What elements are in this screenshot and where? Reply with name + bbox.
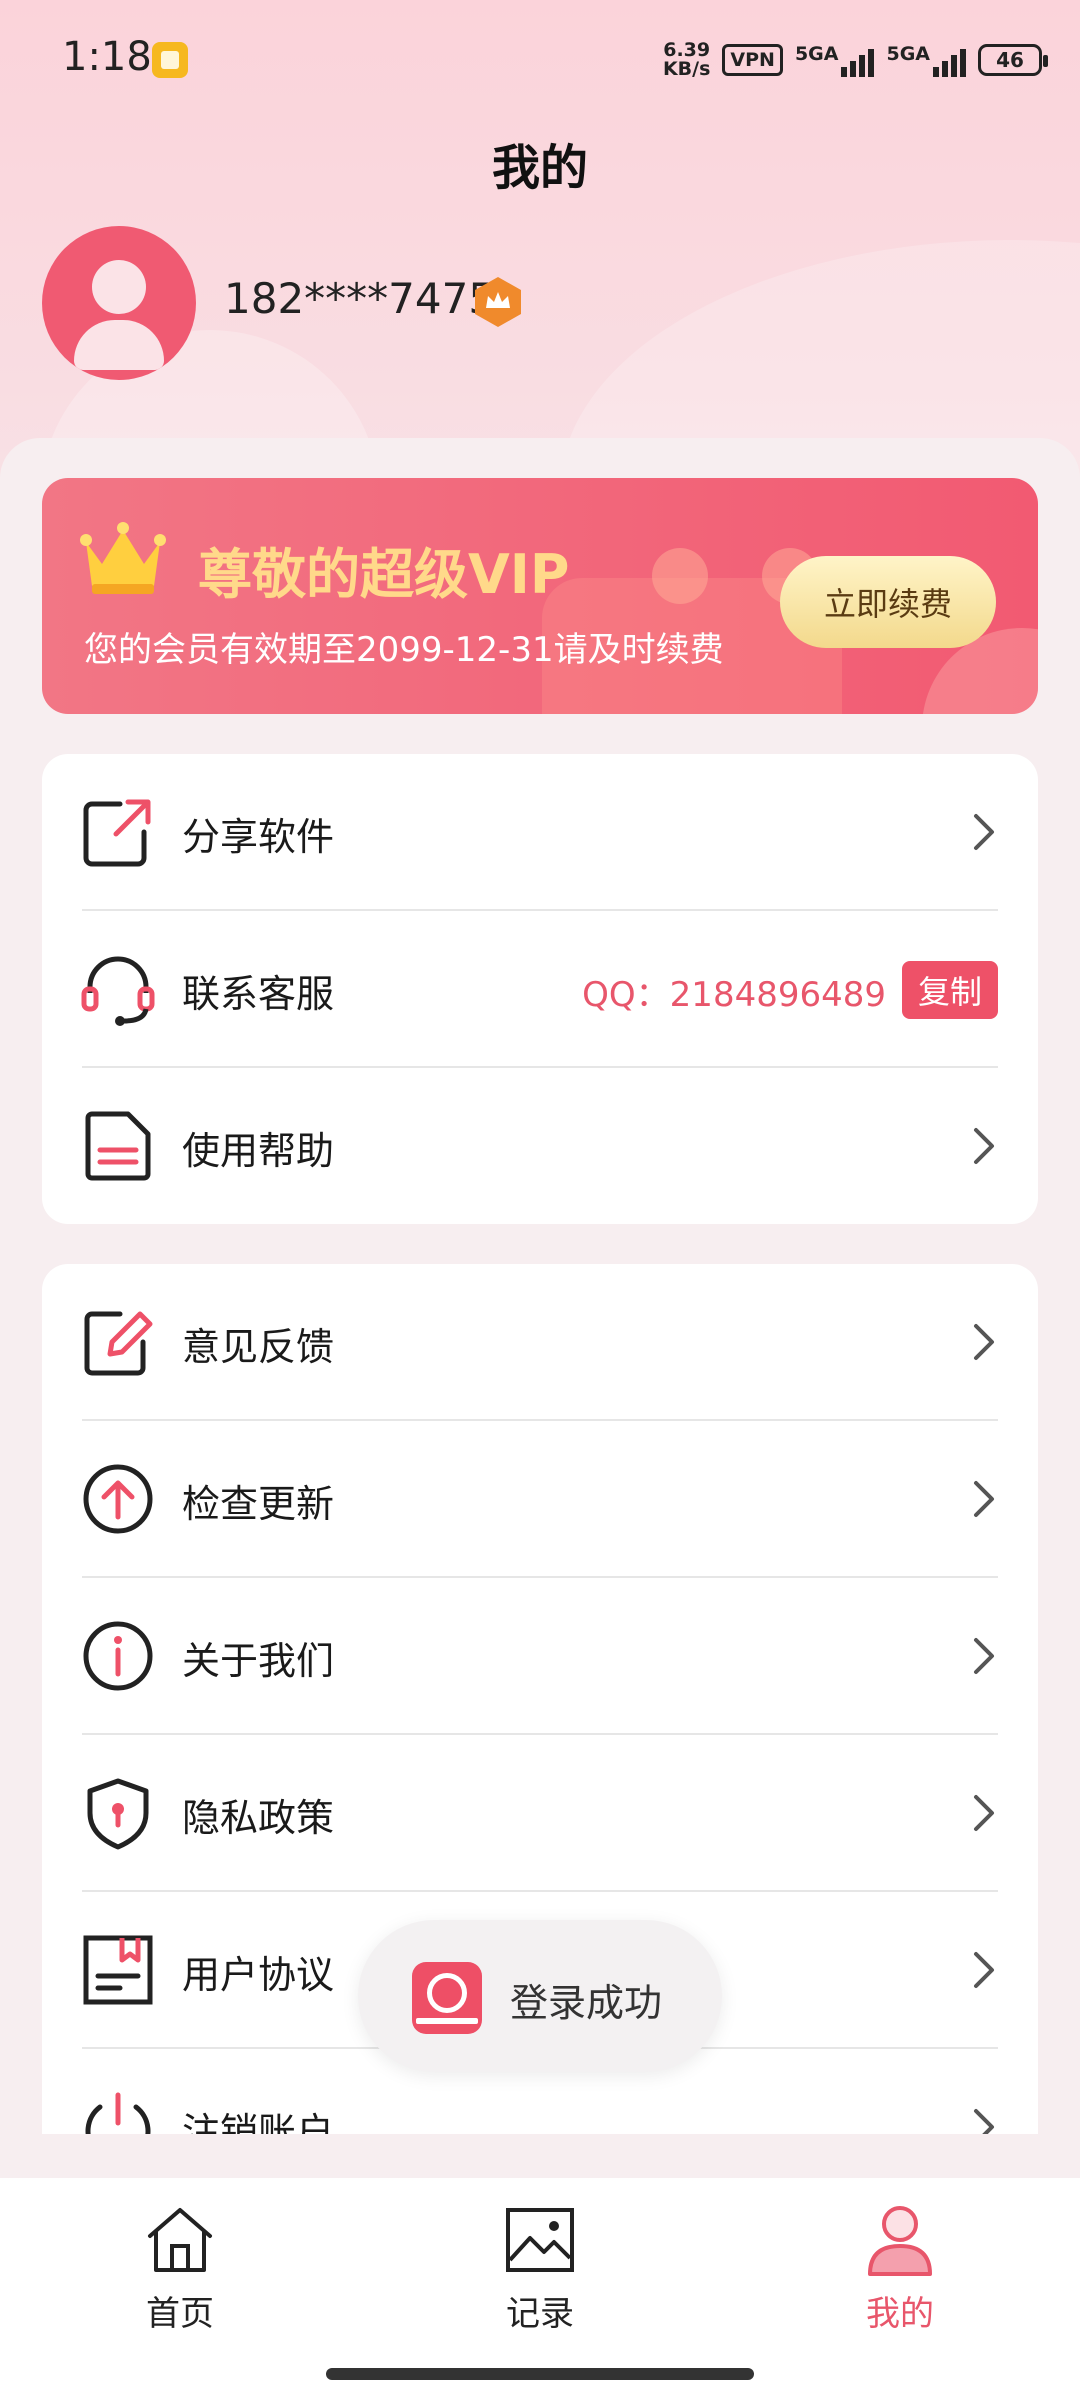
scroll-edge [0, 2134, 1080, 2178]
status-indicators: 6.39 KB/s VPN 5GA 5GA 46 [663, 38, 1048, 82]
chevron-right-icon [974, 1638, 994, 1674]
tab-records[interactable]: 记录 [440, 2202, 640, 2352]
menu-item-about[interactable]: 关于我们 [42, 1578, 1038, 1735]
chevron-right-icon [974, 1795, 994, 1831]
image-icon [506, 2208, 574, 2272]
menu-item-label: 检查更新 [182, 1482, 335, 1526]
chevron-right-icon [974, 1324, 994, 1360]
bookmark-document-icon [83, 1935, 153, 2005]
chevron-right-icon [974, 1128, 994, 1164]
tab-home[interactable]: 首页 [80, 2202, 280, 2352]
vip-banner: 尊敬的超级VIP 您的会员有效期至2099-12-31请及时续费 立即续费 [42, 478, 1038, 714]
shield-icon [87, 1778, 149, 1850]
info-icon [83, 1621, 153, 1691]
menu-item-label: 分享软件 [182, 815, 335, 859]
menu-item-label: 用户协议 [182, 1953, 335, 1997]
menu-item-contact-support[interactable]: 联系客服 QQ：2184896489 复制 [42, 911, 1038, 1068]
menu-item-help[interactable]: 使用帮助 [42, 1068, 1038, 1224]
chevron-right-icon [974, 1481, 994, 1517]
menu-item-feedback[interactable]: 意见反馈 [42, 1264, 1038, 1421]
menu-group-primary: 分享软件 联系客服 QQ：2184896489 复制 使用帮助 [42, 754, 1038, 1224]
vip-expiry-text: 您的会员有效期至2099-12-31请及时续费 [84, 630, 724, 670]
qq-number: QQ：2184896489 [582, 975, 886, 1015]
menu-item-label: 注销账户 [182, 2110, 335, 2134]
vpn-icon: VPN [722, 44, 783, 76]
renew-button[interactable]: 立即续费 [780, 556, 996, 648]
chevron-right-icon [974, 2109, 994, 2134]
tab-label: 首页 [146, 2294, 214, 2334]
vip-badge-icon [475, 277, 521, 327]
vip-title: 尊敬的超级VIP [198, 543, 570, 606]
toast-text: 登录成功 [510, 1981, 663, 2025]
crown-icon [80, 522, 166, 594]
bottom-tab-bar: 首页 记录 我的 [0, 2178, 1080, 2400]
signal-label: 5GA [886, 43, 930, 65]
tab-mine[interactable]: 我的 [800, 2202, 1000, 2352]
status-bar: 1:18 6.39 KB/s VPN 5GA 5GA 46 [0, 0, 1080, 120]
page-title: 我的 [491, 140, 588, 196]
headset-icon [81, 956, 155, 1026]
battery-icon: 46 [978, 44, 1048, 76]
app-logo-icon [412, 1962, 482, 2034]
avatar[interactable] [42, 226, 196, 380]
network-speed: 6.39 KB/s [663, 41, 710, 79]
status-time: 1:18 [62, 34, 152, 80]
upload-arrow-icon [83, 1464, 153, 1534]
chevron-right-icon [974, 814, 994, 850]
document-icon [85, 1111, 151, 1181]
network-speed-unit: KB/s [662, 58, 711, 80]
menu-item-label: 关于我们 [182, 1639, 335, 1683]
tab-label: 记录 [506, 2294, 574, 2334]
signal-label: 5GA [794, 43, 839, 65]
power-icon [85, 2092, 151, 2134]
edit-icon [84, 1311, 153, 1376]
tab-label: 我的 [866, 2294, 934, 2334]
chevron-right-icon [974, 1952, 994, 1988]
menu-item-check-update[interactable]: 检查更新 [42, 1421, 1038, 1578]
user-phone: 182****7475 [224, 274, 496, 323]
signal-icon: 5GA [795, 43, 875, 77]
share-icon [83, 799, 151, 867]
menu-item-privacy[interactable]: 隐私政策 [42, 1735, 1038, 1892]
notification-icon [152, 42, 188, 78]
user-icon [868, 2206, 932, 2276]
menu-item-label: 意见反馈 [182, 1325, 335, 1369]
copy-button[interactable]: 复制 [902, 961, 998, 1019]
menu-item-label: 隐私政策 [182, 1796, 335, 1840]
menu-item-share[interactable]: 分享软件 [42, 754, 1038, 911]
toast-message: 登录成功 [358, 1920, 722, 2072]
menu-item-label: 使用帮助 [182, 1129, 335, 1173]
signal-icon: 5GA [886, 43, 966, 77]
menu-item-label: 联系客服 [182, 972, 335, 1016]
home-icon [148, 2208, 212, 2272]
home-indicator[interactable] [326, 2368, 754, 2380]
